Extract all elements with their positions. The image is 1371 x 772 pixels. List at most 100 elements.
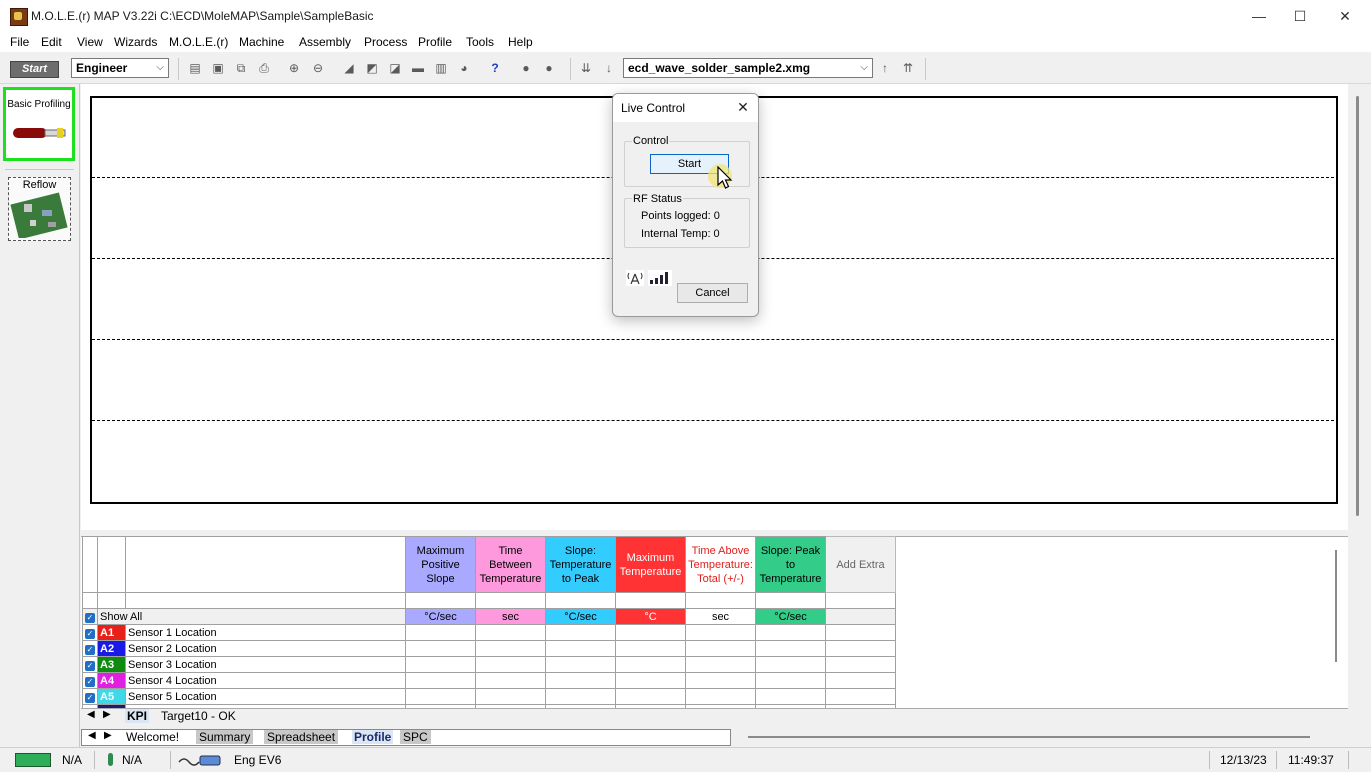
reflow-tile[interactable]: Reflow bbox=[8, 177, 71, 241]
user-level-select[interactable]: Engineer ⌵ bbox=[71, 58, 169, 78]
menu-help[interactable]: Help bbox=[508, 35, 533, 49]
table-cell bbox=[825, 608, 896, 625]
tab-scroll-right-icon[interactable]: ▶ bbox=[103, 709, 111, 720]
show-all-label[interactable]: Show All bbox=[97, 608, 406, 625]
tab-spc[interactable]: SPC bbox=[400, 730, 431, 744]
column-header[interactable]: Maximum Positive Slope bbox=[405, 536, 476, 593]
column-header[interactable]: Time Between Temperature bbox=[475, 536, 546, 593]
file-select[interactable]: ecd_wave_solder_sample2.xmg ⌵ bbox=[623, 58, 873, 78]
start-button[interactable]: Start bbox=[10, 61, 59, 78]
zoom-out-icon[interactable]: ⊖ bbox=[310, 60, 326, 76]
table-tool-icon[interactable]: ▥ bbox=[433, 60, 449, 76]
reflow-label: Reflow bbox=[22, 179, 57, 191]
sensor-name[interactable]: Sensor 1 Location bbox=[125, 624, 406, 641]
arrow-up-icon[interactable]: ↑ bbox=[877, 60, 893, 76]
table-cell bbox=[755, 592, 826, 609]
tab-scroll-left-icon[interactable]: ◀ bbox=[88, 730, 96, 741]
tab-target10[interactable]: Target10 - OK bbox=[161, 709, 236, 723]
checkbox-cell[interactable]: ✓ bbox=[82, 656, 98, 673]
chart-tool-icon[interactable]: ◩ bbox=[364, 60, 380, 76]
collapse-up-icon[interactable]: ⇈ bbox=[900, 60, 916, 76]
table-cell bbox=[825, 640, 896, 657]
table-cell bbox=[685, 592, 756, 609]
sensor-name[interactable]: Sensor 5 Location bbox=[125, 688, 406, 705]
table-cell bbox=[545, 688, 616, 705]
sensor-tag: A4 bbox=[97, 672, 126, 689]
table-cell bbox=[755, 672, 826, 689]
title-bar: M.O.L.E.(r) MAP V3.22i C:\ECD\MoleMAP\Sa… bbox=[0, 0, 1371, 32]
chevron-down-icon: ⌵ bbox=[860, 62, 868, 73]
toolbar-separator bbox=[178, 58, 179, 80]
vertical-scroll-thumb[interactable] bbox=[1356, 96, 1359, 516]
comment-icon[interactable]: ● bbox=[518, 60, 534, 76]
grid-line bbox=[92, 339, 1334, 340]
comment-search-icon[interactable]: ● bbox=[541, 60, 557, 76]
status-separator bbox=[1209, 751, 1210, 769]
checkbox-cell[interactable]: ✓ bbox=[82, 640, 98, 657]
menu-wizards[interactable]: Wizards bbox=[114, 35, 157, 49]
tab-summary[interactable]: Summary bbox=[196, 730, 254, 744]
table-cell bbox=[615, 592, 686, 609]
table-cell bbox=[475, 688, 546, 705]
column-header[interactable]: Slope: Temperature to Peak bbox=[545, 536, 616, 593]
column-header[interactable]: Slope: Peak to Temperature bbox=[755, 536, 826, 593]
dialog-close-icon[interactable]: ✕ bbox=[734, 98, 752, 116]
new-file-icon[interactable]: ▤ bbox=[187, 60, 203, 76]
rectangle-tool-icon[interactable]: ▬ bbox=[410, 60, 426, 76]
close-button[interactable]: ✕ bbox=[1322, 0, 1368, 32]
menu-mole[interactable]: M.O.L.E.(r) bbox=[169, 35, 228, 49]
probe-icon bbox=[13, 128, 66, 138]
signal-strength-icon bbox=[648, 270, 672, 286]
table-cell bbox=[545, 640, 616, 657]
column-header[interactable]: Maximum Temperature bbox=[615, 536, 686, 593]
graph-tool-icon[interactable]: ◪ bbox=[387, 60, 403, 76]
print-icon[interactable]: ⎙ bbox=[256, 60, 272, 76]
table-cell bbox=[475, 672, 546, 689]
sensor-name[interactable]: Sensor 4 Location bbox=[125, 672, 406, 689]
vertical-scrollbar[interactable] bbox=[1348, 84, 1371, 746]
zoom-in-icon[interactable]: ⊕ bbox=[286, 60, 302, 76]
checkbox-cell[interactable]: ✓ bbox=[82, 608, 98, 625]
menu-profile[interactable]: Profile bbox=[418, 35, 452, 49]
save-icon[interactable]: ▣ bbox=[210, 60, 226, 76]
collapse-down-icon[interactable]: ⇊ bbox=[578, 60, 594, 76]
tab-scroll-right-icon[interactable]: ▶ bbox=[104, 730, 112, 741]
sensor-row[interactable]: ✓ A5 Sensor 5 Location bbox=[82, 688, 896, 705]
tab-profile[interactable]: Profile bbox=[352, 730, 394, 744]
copy-icon[interactable]: ⧉ bbox=[233, 60, 249, 76]
help-icon[interactable]: ? bbox=[487, 60, 503, 76]
menu-machine[interactable]: Machine bbox=[239, 35, 284, 49]
basic-profiling-tile[interactable]: Basic Profiling bbox=[3, 87, 75, 161]
sensor-row[interactable]: ✓ A3 Sensor 3 Location bbox=[82, 656, 896, 673]
sensor-row[interactable]: ✓ A2 Sensor 2 Location bbox=[82, 640, 896, 657]
status-time: 11:49:37 bbox=[1288, 753, 1334, 767]
minimize-button[interactable]: — bbox=[1236, 0, 1282, 32]
maximize-button[interactable]: ☐ bbox=[1277, 0, 1323, 32]
menu-edit[interactable]: Edit bbox=[41, 35, 62, 49]
tab-welcome[interactable]: Welcome! bbox=[126, 730, 179, 744]
arrow-down-icon[interactable]: ↓ bbox=[601, 60, 617, 76]
menu-assembly[interactable]: Assembly bbox=[299, 35, 351, 49]
add-extra-button[interactable]: Add Extra bbox=[825, 536, 896, 593]
sensor-row[interactable]: ✓ A4 Sensor 4 Location bbox=[82, 672, 896, 689]
menu-file[interactable]: File bbox=[10, 35, 29, 49]
menu-view[interactable]: View bbox=[77, 35, 103, 49]
tab-kpi[interactable]: KPI bbox=[125, 709, 150, 723]
column-header[interactable]: Time Above Temperature: Total (+/-) bbox=[685, 536, 756, 593]
sensor-name[interactable]: Sensor 2 Location bbox=[125, 640, 406, 657]
tab-scroll-left-icon[interactable]: ◀ bbox=[87, 709, 95, 720]
sensor-name[interactable]: Sensor 3 Location bbox=[125, 656, 406, 673]
cancel-button[interactable]: Cancel bbox=[677, 283, 748, 303]
checkbox-cell[interactable]: ✓ bbox=[82, 688, 98, 705]
checkbox-cell[interactable]: ✓ bbox=[82, 672, 98, 689]
grid-scroll-thumb[interactable] bbox=[1335, 550, 1337, 662]
tab-spreadsheet[interactable]: Spreadsheet bbox=[264, 730, 339, 744]
menu-tools[interactable]: Tools bbox=[466, 35, 494, 49]
sensor-row[interactable]: ✓ A1 Sensor 1 Location bbox=[82, 624, 896, 641]
globe-icon[interactable]: ◕ bbox=[456, 60, 472, 76]
horizontal-scrollbar[interactable] bbox=[748, 736, 1310, 738]
sensor-tag: A5 bbox=[97, 688, 126, 705]
checkbox-cell[interactable]: ✓ bbox=[82, 624, 98, 641]
slope-tool-icon[interactable]: ◢ bbox=[341, 60, 357, 76]
menu-process[interactable]: Process bbox=[364, 35, 407, 49]
